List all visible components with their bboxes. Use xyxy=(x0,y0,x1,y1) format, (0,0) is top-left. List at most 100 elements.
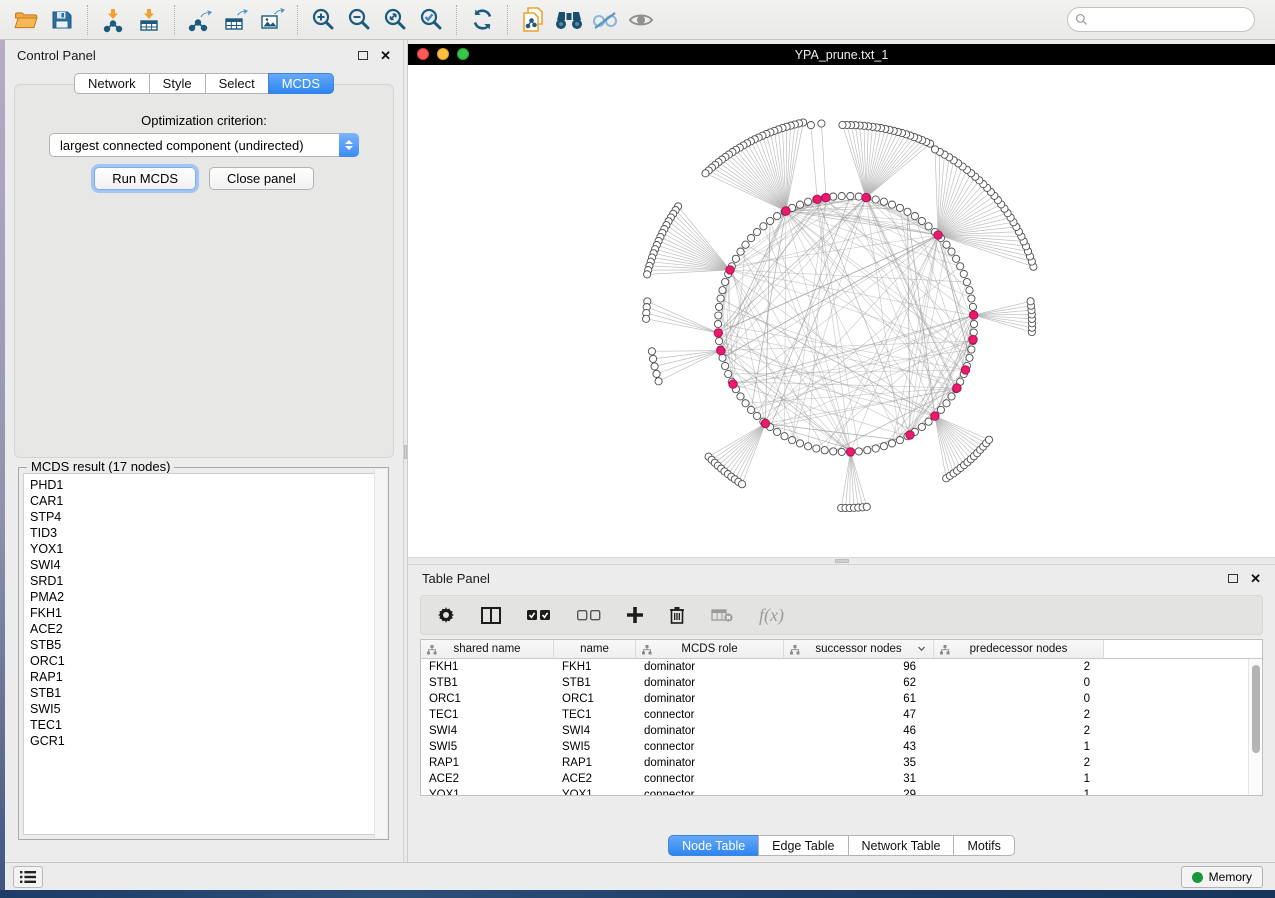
cell[interactable]: 2 xyxy=(934,723,1104,739)
cell[interactable]: connector xyxy=(636,707,784,723)
cell[interactable]: 96 xyxy=(784,659,934,675)
export-table-icon[interactable] xyxy=(218,3,254,37)
cell[interactable]: 35 xyxy=(784,755,934,771)
cell[interactable]: RAP1 xyxy=(421,755,554,771)
mcds-result-item[interactable]: GCR1 xyxy=(30,733,383,749)
horizontal-splitter[interactable] xyxy=(408,557,1275,565)
tab-select[interactable]: Select xyxy=(205,73,269,94)
save-icon[interactable] xyxy=(44,3,80,37)
cell[interactable]: 61 xyxy=(784,691,934,707)
close-panel-icon[interactable]: ✕ xyxy=(380,49,391,62)
mcds-result-item[interactable]: RAP1 xyxy=(30,669,383,685)
cell[interactable]: connector xyxy=(636,771,784,787)
mcds-result-item[interactable]: YOX1 xyxy=(30,541,383,557)
mcds-result-item[interactable]: PMA2 xyxy=(30,589,383,605)
first-neighbors-icon[interactable] xyxy=(551,3,587,37)
cell[interactable]: connector xyxy=(636,739,784,755)
task-history-button[interactable] xyxy=(13,866,43,888)
hide-selected-icon[interactable] xyxy=(587,3,623,37)
delete-column-icon[interactable] xyxy=(669,606,685,624)
refresh-icon[interactable] xyxy=(464,3,500,37)
mcds-result-item[interactable]: ORC1 xyxy=(30,653,383,669)
cell[interactable]: 29 xyxy=(784,787,934,796)
column-header-shared-name[interactable]: shared name xyxy=(421,640,554,658)
search-input[interactable] xyxy=(1088,12,1247,28)
export-network-icon[interactable] xyxy=(182,3,218,37)
float-panel-icon[interactable] xyxy=(358,51,368,60)
cell[interactable]: dominator xyxy=(636,675,784,691)
mcds-result-item[interactable]: TEC1 xyxy=(30,717,383,733)
cell[interactable]: 2 xyxy=(934,755,1104,771)
mcds-result-item[interactable]: FKH1 xyxy=(30,605,383,621)
cell[interactable]: 46 xyxy=(784,723,934,739)
maximize-window-icon[interactable] xyxy=(457,48,469,60)
mcds-result-item[interactable]: STB1 xyxy=(30,685,383,701)
run-mcds-button[interactable]: Run MCDS xyxy=(94,167,196,190)
mcds-result-item[interactable]: ACE2 xyxy=(30,621,383,637)
close-window-icon[interactable] xyxy=(417,48,429,60)
close-panel-button[interactable]: Close panel xyxy=(209,167,314,190)
split-view-icon[interactable] xyxy=(481,607,501,624)
cell[interactable]: dominator xyxy=(636,755,784,771)
cell[interactable]: RAP1 xyxy=(554,755,636,771)
cell[interactable]: 62 xyxy=(784,675,934,691)
memory-button[interactable]: Memory xyxy=(1181,866,1263,888)
table-row[interactable]: ACE2ACE2connector311 xyxy=(421,771,1262,787)
delete-table-icon[interactable] xyxy=(711,608,733,622)
close-panel-icon[interactable]: ✕ xyxy=(1250,572,1261,585)
mcds-result-item[interactable]: STP4 xyxy=(30,509,383,525)
cell[interactable]: ACE2 xyxy=(421,771,554,787)
splitter-handle[interactable] xyxy=(835,559,849,563)
table-row[interactable]: FKH1FKH1dominator962 xyxy=(421,659,1262,675)
table-row[interactable]: RAP1RAP1dominator352 xyxy=(421,755,1262,771)
mcds-result-item[interactable]: SWI4 xyxy=(30,557,383,573)
cell[interactable]: 2 xyxy=(934,659,1104,675)
show-all-icon[interactable] xyxy=(623,3,659,37)
table-tab-motifs[interactable]: Motifs xyxy=(953,835,1014,856)
table-row[interactable]: STB1STB1dominator620 xyxy=(421,675,1262,691)
cell[interactable]: 1 xyxy=(934,771,1104,787)
cell[interactable]: 0 xyxy=(934,675,1104,691)
add-column-icon[interactable] xyxy=(627,607,643,623)
network-view[interactable] xyxy=(408,65,1275,557)
cell[interactable]: SWI5 xyxy=(554,739,636,755)
table-row[interactable]: ORC1ORC1dominator610 xyxy=(421,691,1262,707)
cell[interactable]: 31 xyxy=(784,771,934,787)
cell[interactable]: FKH1 xyxy=(554,659,636,675)
minimize-window-icon[interactable] xyxy=(437,48,449,60)
table-tab-node-table[interactable]: Node Table xyxy=(668,835,759,856)
table-row[interactable]: YOX1YOX1connector291 xyxy=(421,787,1262,796)
mcds-result-item[interactable]: STB5 xyxy=(30,637,383,653)
cell[interactable]: 43 xyxy=(784,739,934,755)
column-header-successor-nodes[interactable]: successor nodes xyxy=(784,640,934,658)
tab-style[interactable]: Style xyxy=(149,73,206,94)
cell[interactable]: ORC1 xyxy=(421,691,554,707)
table-scrollbar[interactable] xyxy=(1248,659,1262,795)
cell[interactable]: 47 xyxy=(784,707,934,723)
function-builder-icon[interactable]: f(x) xyxy=(759,605,784,626)
select-all-icon[interactable] xyxy=(527,610,551,621)
cell[interactable]: FKH1 xyxy=(421,659,554,675)
float-panel-icon[interactable] xyxy=(1228,574,1238,583)
column-header-MCDS-role[interactable]: MCDS role xyxy=(636,640,784,658)
zoom-selected-icon[interactable] xyxy=(413,3,449,37)
new-network-from-selection-icon[interactable] xyxy=(515,3,551,37)
mcds-result-item[interactable]: CAR1 xyxy=(30,493,383,509)
criterion-dropdown[interactable]: largest connected component (undirected) xyxy=(49,133,359,157)
cell[interactable]: 1 xyxy=(934,787,1104,796)
import-table-icon[interactable] xyxy=(131,3,167,37)
cell[interactable]: 0 xyxy=(934,691,1104,707)
tab-network[interactable]: Network xyxy=(74,73,150,94)
cell[interactable]: SWI4 xyxy=(554,723,636,739)
table-row[interactable]: SWI4SWI4dominator462 xyxy=(421,723,1262,739)
cell[interactable]: TEC1 xyxy=(421,707,554,723)
cell[interactable]: ACE2 xyxy=(554,771,636,787)
cell[interactable]: STB1 xyxy=(421,675,554,691)
cell[interactable]: YOX1 xyxy=(421,787,554,796)
cell[interactable]: YOX1 xyxy=(554,787,636,796)
network-window-titlebar[interactable]: YPA_prune.txt_1 xyxy=(408,44,1275,65)
vertical-splitter[interactable] xyxy=(403,40,408,862)
mcds-result-item[interactable]: SRD1 xyxy=(30,573,383,589)
gear-icon[interactable] xyxy=(437,606,455,624)
zoom-in-icon[interactable] xyxy=(305,3,341,37)
